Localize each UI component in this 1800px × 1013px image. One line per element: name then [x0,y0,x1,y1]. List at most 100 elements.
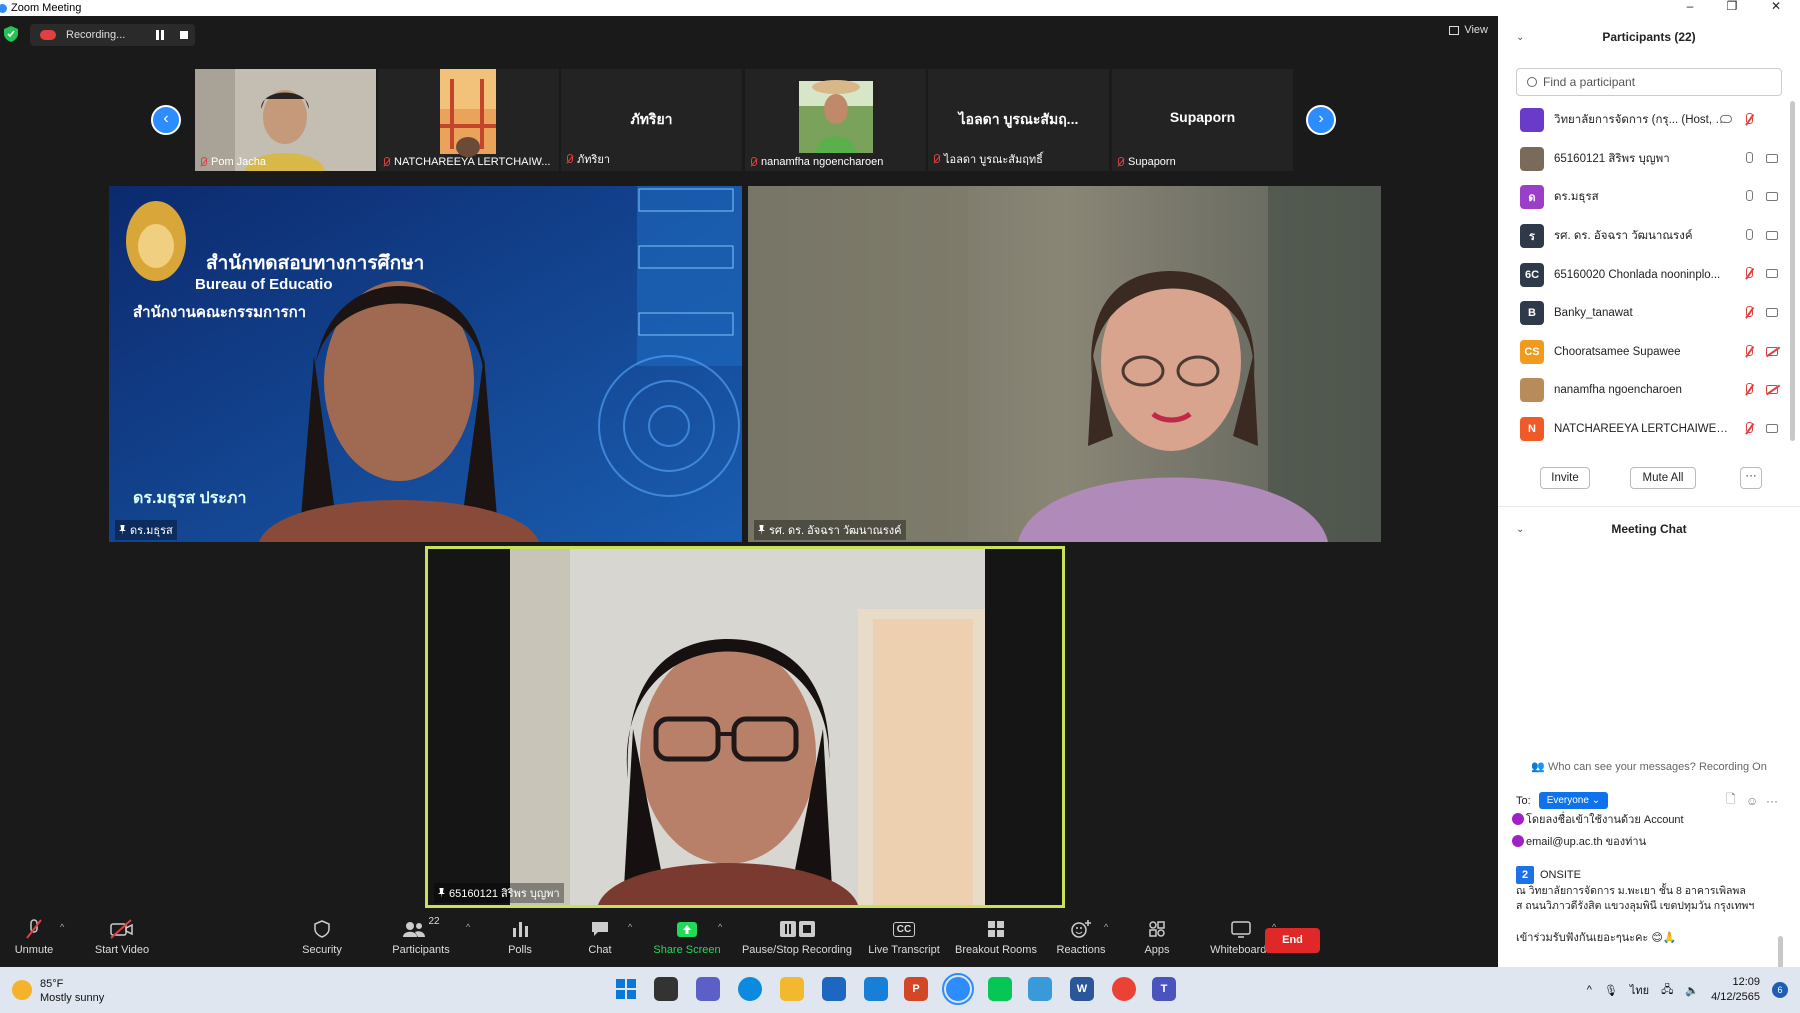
camera-icon[interactable] [1766,269,1778,279]
chrome-icon[interactable] [1112,977,1136,1001]
background-title-thai: สำนักทดสอบทางการศึกษา [206,253,425,274]
camera-icon[interactable] [1766,192,1778,202]
stop-recording-icon[interactable] [180,31,188,39]
thumbnail-nanamfha[interactable]: nanamfha ngoencharoen [745,69,926,171]
encryption-shield-icon[interactable] [4,26,18,42]
microphone-tray-icon[interactable]: 🎙 [1604,984,1618,997]
camera-off-icon[interactable] [1766,385,1778,395]
network-icon[interactable]: 🖧 [1661,981,1673,1000]
participant-row[interactable]: ร รศ. ดร. อัจฉรา วัฒนาณรงค์ [1498,217,1800,256]
clock[interactable]: 12:09 4/12/2565 [1711,975,1760,1005]
thumbnail-supaporn[interactable]: Supaporn Supaporn [1112,69,1293,171]
pause-recording-icon[interactable] [156,30,164,40]
camera-icon[interactable] [1766,307,1778,317]
store-icon[interactable] [822,977,846,1001]
participant-row[interactable]: วิทยาลัยการจัดการ (กรุ... (Host, me) [1498,101,1800,140]
participants-button[interactable]: 22 Participants [390,916,452,967]
chat-options-caret[interactable]: ^ [628,922,632,932]
minimize-icon[interactable]: – [1670,0,1710,16]
zoom-app-icon[interactable] [942,973,974,1005]
participant-avatar: B [1520,301,1544,326]
participant-row[interactable]: 6C 65160020 Chonlada nooninplo... [1498,255,1800,294]
camera-icon[interactable] [1766,153,1778,163]
teams-chat-icon[interactable] [696,977,720,1001]
participants-count: 22 [428,916,440,927]
video-tile-active-speaker[interactable]: 65160121 สิริพร บุญพา [425,546,1065,908]
view-button[interactable]: View [1449,24,1488,36]
chat-visibility-note[interactable]: 👥 Who can see your messages? Recording O… [1498,760,1800,773]
end-meeting-button[interactable]: End [1265,928,1320,953]
muted-mic-icon[interactable] [1744,113,1753,127]
network-app-icon[interactable] [1028,977,1052,1001]
invite-button[interactable]: Invite [1540,467,1590,489]
recipient-dropdown[interactable]: Everyone ⌄ [1538,792,1609,809]
video-tile-dr-mathuros[interactable]: สำนักทดสอบทางการศึกษา Bureau of Educatio… [109,186,742,542]
emoji-icon[interactable]: ☺ [1746,794,1758,808]
reactions-button[interactable]: Reactions [1054,916,1108,967]
pause-stop-recording-button[interactable]: Pause/Stop Recording [740,916,854,967]
thumbnail-ailada[interactable]: ไอลดา บูรณะสัมฤ... ไอลดา บูรณะสัมฤทธิ์ [928,69,1109,171]
file-explorer-icon[interactable] [780,977,804,1001]
reactions-options-caret[interactable]: ^ [1104,922,1108,932]
camera-icon[interactable] [1766,423,1778,433]
participant-row[interactable]: B Banky_tanawat [1498,294,1800,333]
participant-row[interactable]: N NATCHAREEYA LERTCHAIWEER... [1498,410,1800,449]
participant-row[interactable]: nanamfha ngoencharoen [1498,371,1800,410]
thumbnail-pom-jacha[interactable]: Pom Jacha [195,69,376,171]
powerpoint-icon[interactable]: P [904,977,928,1001]
volume-icon[interactable]: 🔈 [1685,984,1699,997]
muted-mic-icon[interactable] [1744,344,1753,359]
participants-scrollbar[interactable] [1790,101,1795,441]
file-icon[interactable]: 🗋 [1726,790,1736,811]
weather-widget[interactable]: 85°F Mostly sunny [12,977,104,1005]
participant-search-input[interactable]: Find a participant [1516,68,1782,96]
start-video-button[interactable]: Start Video [88,916,156,967]
task-view-icon[interactable] [654,977,678,1001]
input-language[interactable]: ไทย [1630,981,1649,999]
notification-badge[interactable]: 6 [1772,982,1788,998]
show-hidden-icons[interactable]: ^ [1587,984,1592,996]
restore-icon[interactable]: ❐ [1712,0,1752,16]
security-button[interactable]: Security [298,916,346,967]
audio-options-caret[interactable]: ^ [60,922,64,932]
previous-page-button[interactable]: ‹ [151,105,181,135]
mic-icon[interactable] [1744,151,1753,166]
thumbnail-phatriya[interactable]: ภัทริยา ภัทริยา [561,69,742,171]
breakout-rooms-button[interactable]: Breakout Rooms [952,916,1040,967]
unmute-button[interactable]: Unmute [8,916,60,967]
participant-row[interactable]: CS Chooratsamee Supawee [1498,333,1800,372]
mic-icon[interactable] [1744,190,1753,204]
muted-mic-icon [749,157,757,167]
muted-mic-icon[interactable] [1744,267,1753,281]
teams-icon[interactable]: T [1152,977,1176,1001]
muted-mic-icon[interactable] [1744,305,1753,320]
edge-browser-icon[interactable] [738,977,762,1001]
mute-all-button[interactable]: Mute All [1630,467,1696,489]
participant-name: Chooratsamee Supawee [1554,345,1681,358]
share-screen-button[interactable]: Share Screen [652,916,722,967]
thumbnail-natchareeya[interactable]: NATCHAREEYA LERTCHAIW... [378,69,559,171]
window-title: Zoom Meeting [11,2,82,14]
participants-options-caret[interactable]: ^ [466,922,470,932]
close-icon[interactable]: ✕ [1756,0,1796,16]
mic-icon[interactable] [1744,228,1753,243]
chat-more-icon[interactable]: ··· [1766,794,1778,808]
muted-mic-icon[interactable] [1744,383,1753,397]
share-options-caret[interactable]: ^ [718,922,722,932]
apps-button[interactable]: Apps [1140,916,1174,967]
mail-icon[interactable] [864,977,888,1001]
line-app-icon[interactable] [988,977,1012,1001]
participant-row[interactable]: ด ดร.มธุรส [1498,178,1800,217]
word-icon[interactable]: W [1070,977,1094,1001]
camera-off-icon[interactable] [1766,346,1778,356]
live-transcript-button[interactable]: CC Live Transcript [866,916,942,967]
camera-icon[interactable] [1766,230,1778,240]
video-tile-ajchara[interactable]: รศ. ดร. อัจฉรา วัฒนาณรงค์ [748,186,1381,542]
next-page-button[interactable]: › [1306,105,1336,135]
windows-start-icon[interactable] [614,977,638,1001]
participant-row[interactable]: 65160121 สิริพร บุญพา [1498,140,1800,179]
polls-button[interactable]: Polls [500,916,540,967]
more-options-button[interactable]: ··· [1740,467,1762,489]
chat-button[interactable]: Chat [580,916,620,967]
muted-mic-icon[interactable] [1744,421,1753,436]
